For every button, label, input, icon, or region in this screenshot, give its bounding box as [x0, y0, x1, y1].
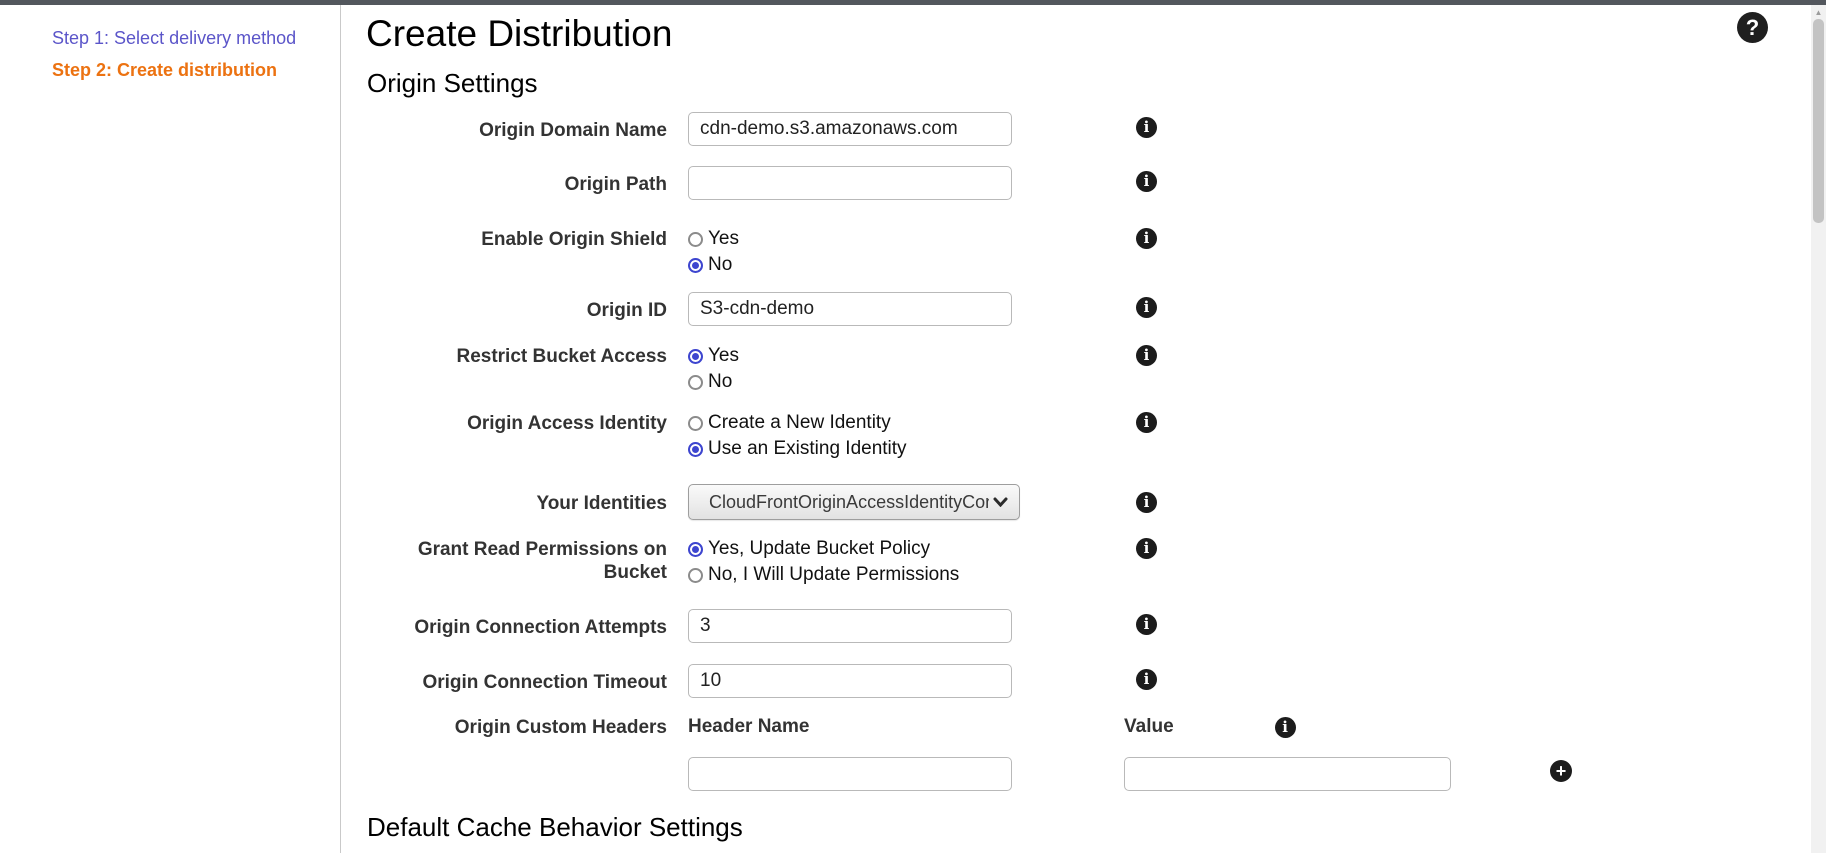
custom-header-name-input[interactable] — [688, 757, 1012, 791]
page-title: Create Distribution — [366, 13, 1826, 56]
row-enable-origin-shield: Enable Origin Shield Yes No i — [366, 226, 1826, 278]
main-content: Create Distribution Origin Settings Orig… — [341, 5, 1826, 853]
row-origin-domain-name: Origin Domain Name i — [366, 112, 1826, 146]
origin-shield-no-option[interactable]: No — [688, 252, 739, 278]
info-icon[interactable]: i — [1136, 297, 1157, 318]
row-your-identities: Your Identities CloudFrontOriginAccessId… — [366, 484, 1826, 520]
radio-button[interactable] — [688, 232, 703, 247]
radio-button[interactable] — [688, 375, 703, 390]
info-glyph: i — [1144, 348, 1150, 363]
restrict-access-no-option[interactable]: No — [688, 369, 739, 395]
info-icon[interactable]: i — [1275, 717, 1296, 738]
info-icon[interactable]: i — [1136, 228, 1157, 249]
origin-connection-attempts-input[interactable] — [688, 609, 1012, 643]
row-restrict-bucket-access: Restrict Bucket Access Yes No i — [366, 343, 1826, 395]
help-button[interactable]: ? — [1737, 12, 1768, 43]
radio-label: Yes — [708, 228, 739, 250]
chevron-down-icon — [993, 497, 1008, 507]
radio-button[interactable] — [688, 442, 703, 457]
info-glyph: i — [1144, 174, 1150, 189]
header-name-column-label: Header Name — [688, 716, 1124, 738]
radio-label: No, I Will Update Permissions — [708, 564, 959, 586]
origin-id-input[interactable] — [688, 292, 1012, 326]
radio-label: Yes — [708, 345, 739, 367]
will-update-permissions-option[interactable]: No, I Will Update Permissions — [688, 562, 959, 588]
vertical-scrollbar[interactable]: ▲ — [1811, 5, 1826, 853]
origin-id-label: Origin ID — [366, 292, 667, 326]
radio-label: No — [708, 254, 732, 276]
update-bucket-policy-option[interactable]: Yes, Update Bucket Policy — [688, 536, 959, 562]
restrict-access-yes-option[interactable]: Yes — [688, 343, 739, 369]
your-identities-label: Your Identities — [366, 484, 667, 520]
use-existing-identity-option[interactable]: Use an Existing Identity — [688, 436, 907, 462]
row-origin-path: Origin Path i — [366, 166, 1826, 200]
row-origin-access-identity: Origin Access Identity Create a New Iden… — [366, 410, 1826, 462]
selected-identity-value: CloudFrontOriginAccessIdentityConfi — [709, 492, 989, 513]
section-title-origin-settings: Origin Settings — [367, 69, 1826, 99]
origin-connection-attempts-label: Origin Connection Attempts — [366, 609, 667, 643]
info-icon[interactable]: i — [1136, 614, 1157, 635]
plus-icon: + — [1556, 761, 1567, 782]
radio-button[interactable] — [688, 349, 703, 364]
info-glyph: i — [1282, 720, 1288, 735]
info-icon[interactable]: i — [1136, 669, 1157, 690]
info-glyph: i — [1144, 300, 1150, 315]
radio-button[interactable] — [688, 542, 703, 557]
scrollbar-up-arrow[interactable]: ▲ — [1811, 5, 1826, 17]
origin-access-identity-label: Origin Access Identity — [366, 410, 667, 462]
info-icon[interactable]: i — [1136, 117, 1157, 138]
origin-connection-timeout-label: Origin Connection Timeout — [366, 664, 667, 698]
radio-label: Use an Existing Identity — [708, 438, 907, 460]
info-icon[interactable]: i — [1136, 492, 1157, 513]
your-identities-select[interactable]: CloudFrontOriginAccessIdentityConfi — [688, 484, 1020, 520]
sidebar-step-2: Step 2: Create distribution — [52, 60, 330, 80]
question-mark-icon: ? — [1746, 15, 1759, 41]
info-glyph: i — [1144, 672, 1150, 687]
create-new-identity-option[interactable]: Create a New Identity — [688, 410, 907, 436]
sidebar-step-1[interactable]: Step 1: Select delivery method — [52, 28, 330, 48]
row-origin-connection-attempts: Origin Connection Attempts i — [366, 609, 1826, 643]
add-custom-header-button[interactable]: + — [1550, 760, 1572, 782]
info-icon[interactable]: i — [1136, 171, 1157, 192]
info-glyph: i — [1144, 415, 1150, 430]
origin-shield-yes-option[interactable]: Yes — [688, 226, 739, 252]
origin-path-label: Origin Path — [366, 166, 667, 200]
row-origin-connection-timeout: Origin Connection Timeout i — [366, 664, 1826, 698]
info-glyph: i — [1144, 120, 1150, 135]
info-glyph: i — [1144, 617, 1150, 632]
row-origin-custom-headers: Origin Custom Headers Header Name Value … — [366, 716, 1826, 791]
radio-button[interactable] — [688, 258, 703, 273]
origin-domain-name-input[interactable] — [688, 112, 1012, 146]
value-column-label: Value — [1124, 716, 1174, 738]
radio-button[interactable] — [688, 568, 703, 583]
restrict-bucket-access-label: Restrict Bucket Access — [366, 343, 667, 395]
enable-origin-shield-label: Enable Origin Shield — [366, 226, 667, 278]
info-icon[interactable]: i — [1136, 538, 1157, 559]
section-title-default-cache-behavior: Default Cache Behavior Settings — [367, 813, 1826, 843]
origin-connection-timeout-input[interactable] — [688, 664, 1012, 698]
grant-read-permissions-label: Grant Read Permissions on Bucket — [405, 536, 667, 588]
custom-header-value-input[interactable] — [1124, 757, 1451, 791]
radio-label: No — [708, 371, 732, 393]
scrollbar-thumb[interactable] — [1813, 19, 1824, 223]
steps-sidebar: Step 1: Select delivery method Step 2: C… — [0, 5, 341, 853]
radio-label: Yes, Update Bucket Policy — [708, 538, 930, 560]
origin-custom-headers-label: Origin Custom Headers — [366, 716, 667, 791]
info-icon[interactable]: i — [1136, 345, 1157, 366]
row-origin-id: Origin ID i — [366, 292, 1826, 326]
origin-path-input[interactable] — [688, 166, 1012, 200]
info-glyph: i — [1144, 495, 1150, 510]
row-grant-read-permissions: Grant Read Permissions on Bucket Yes, Up… — [366, 536, 1826, 588]
info-glyph: i — [1144, 541, 1150, 556]
info-icon[interactable]: i — [1136, 412, 1157, 433]
origin-domain-name-label: Origin Domain Name — [366, 112, 667, 146]
radio-label: Create a New Identity — [708, 412, 891, 434]
radio-button[interactable] — [688, 416, 703, 431]
info-glyph: i — [1144, 231, 1150, 246]
